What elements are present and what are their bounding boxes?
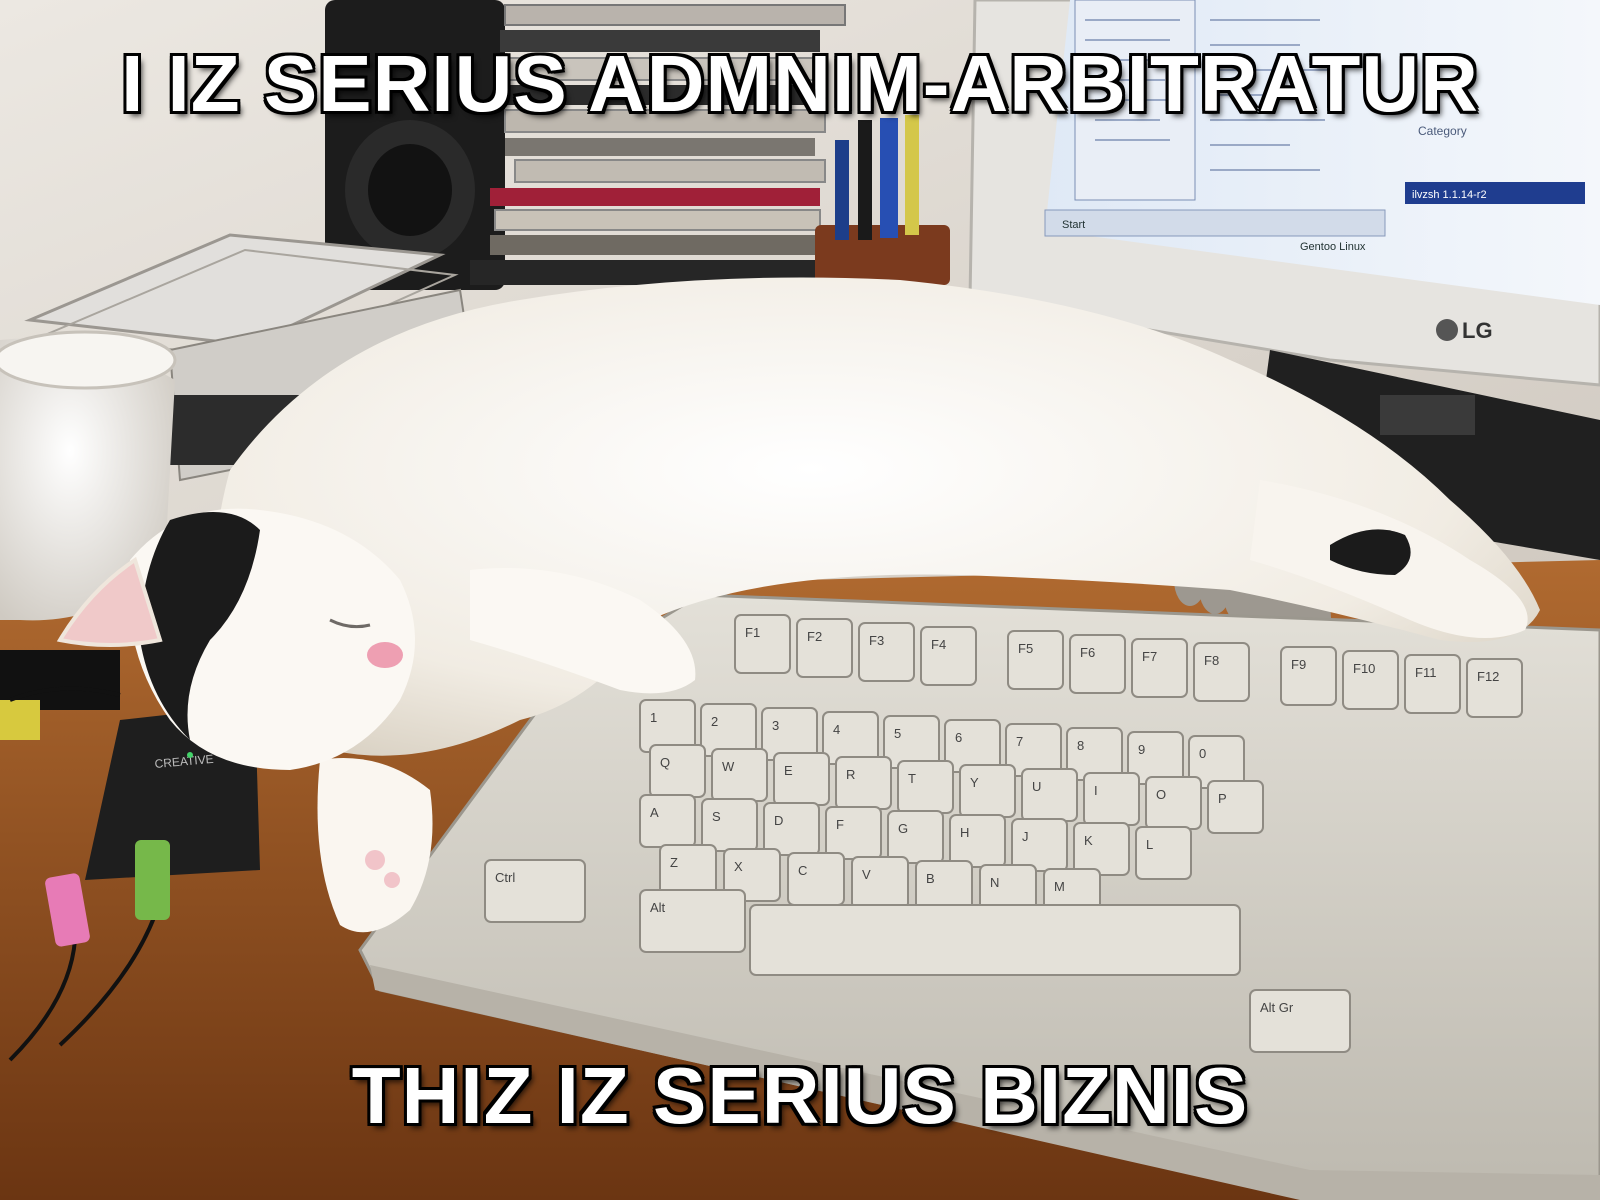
key-w: W <box>711 748 768 802</box>
monitor-brand-logo: LG <box>1462 318 1493 343</box>
bottom-caption: THIZ IZ SERIUS BIZNIS <box>351 1051 1249 1140</box>
key-h-label: H <box>960 825 969 840</box>
key-f10: F10 <box>1342 650 1399 710</box>
key-c-label: C <box>798 863 807 878</box>
key-7-label: 7 <box>1016 734 1023 749</box>
key-f1: F1 <box>734 614 791 674</box>
key-f9-label: F9 <box>1291 657 1306 672</box>
key-altgr-label: Alt Gr <box>1260 1000 1294 1015</box>
key-b-label: B <box>926 871 935 886</box>
key-f2: F2 <box>796 618 853 678</box>
key-f-label: F <box>836 817 844 832</box>
key-y-label: Y <box>970 775 979 790</box>
key-t-label: T <box>908 771 916 786</box>
key-f2-label: F2 <box>807 629 822 644</box>
key-i: I <box>1083 772 1140 826</box>
key-v-label: V <box>862 867 871 882</box>
key-s: S <box>701 798 758 852</box>
key-c: C <box>787 852 845 906</box>
key-f7: F7 <box>1131 638 1188 698</box>
key-6-label: 6 <box>955 730 962 745</box>
key-e-label: E <box>784 763 793 778</box>
key-a-label: A <box>650 805 659 820</box>
key-j-label: J <box>1022 829 1029 844</box>
key-n-label: N <box>990 875 999 890</box>
key-e: E <box>773 752 830 806</box>
key-f6: F6 <box>1069 634 1126 694</box>
key-q-label: Q <box>660 755 670 770</box>
key-s-label: S <box>712 809 721 824</box>
key-ctrl: Ctrl <box>484 859 586 923</box>
meme-photo: ilvzsh 1.1.14-r2 Category Start Gentoo L… <box>0 0 1600 1200</box>
key-i-label: I <box>1094 783 1098 798</box>
key-f5-label: F5 <box>1018 641 1033 656</box>
key-ctrl-label: Ctrl <box>495 870 515 885</box>
top-caption: I IZ SERIUS ADMNIM-ARBITRATUR <box>121 39 1479 128</box>
key-f11-label: F11 <box>1415 665 1436 680</box>
key-o: O <box>1145 776 1202 830</box>
green-jack <box>135 840 170 920</box>
key-f9: F9 <box>1280 646 1337 706</box>
key-f4: F4 <box>920 626 977 686</box>
key-d: D <box>763 802 820 856</box>
key-w-label: W <box>722 759 735 774</box>
key-5-label: 5 <box>894 726 901 741</box>
key-x-label: X <box>734 859 743 874</box>
key-alt-label: Alt <box>650 900 666 915</box>
key-j: J <box>1011 818 1068 872</box>
key-f1-label: F1 <box>745 625 760 640</box>
key-3-label: 3 <box>772 718 779 733</box>
key-altgr: Alt Gr <box>1249 989 1351 1053</box>
key-o-label: O <box>1156 787 1166 802</box>
key-f12-label: F12 <box>1477 669 1499 684</box>
key-a: A <box>639 794 696 848</box>
key-f7-label: F7 <box>1142 649 1157 664</box>
key-4-label: 4 <box>833 722 840 737</box>
key-y: Y <box>959 764 1016 818</box>
key-f10-label: F10 <box>1353 661 1375 676</box>
key-l-label: L <box>1146 837 1153 852</box>
key-f6-label: F6 <box>1080 645 1095 660</box>
key-f: F <box>825 806 882 860</box>
screen-start-text: Start <box>1062 219 1085 231</box>
key-l: L <box>1135 826 1192 880</box>
key-8-label: 8 <box>1077 738 1084 753</box>
key-g-label: G <box>898 821 908 836</box>
photo-scene: ilvzsh 1.1.14-r2 Category Start Gentoo L… <box>0 0 1600 1200</box>
key-p-label: P <box>1218 791 1227 806</box>
key-r-label: R <box>846 767 855 782</box>
key-m-label: M <box>1054 879 1065 894</box>
key-g: G <box>887 810 944 864</box>
key-u-label: U <box>1032 779 1041 794</box>
key-v: V <box>851 856 909 910</box>
key-0-label: 0 <box>1199 746 1206 761</box>
key-q: Q <box>649 744 706 798</box>
key-t: T <box>897 760 954 814</box>
key-p: P <box>1207 780 1264 834</box>
key-k-label: K <box>1084 833 1093 848</box>
cat-nose <box>367 642 403 668</box>
key-f8-label: F8 <box>1204 653 1219 668</box>
key-f12: F12 <box>1466 658 1523 718</box>
key-f11: F11 <box>1404 654 1461 714</box>
key-1-label: 1 <box>650 710 657 725</box>
key-2-label: 2 <box>711 714 718 729</box>
key-f5: F5 <box>1007 630 1064 690</box>
key-u: U <box>1021 768 1078 822</box>
key-f3-label: F3 <box>869 633 884 648</box>
key-f3: F3 <box>858 622 915 682</box>
key-d-label: D <box>774 813 783 828</box>
key-alt: Alt <box>639 889 746 953</box>
key-h: H <box>949 814 1006 868</box>
key-z-label: Z <box>670 855 678 870</box>
key-r: R <box>835 756 892 810</box>
screen-task-text: Gentoo Linux <box>1300 241 1366 253</box>
key-f4-label: F4 <box>931 637 946 652</box>
key-9-label: 9 <box>1138 742 1145 757</box>
key-space <box>749 904 1241 976</box>
screen-package-text: ilvzsh 1.1.14-r2 <box>1412 189 1487 201</box>
key-k: K <box>1073 822 1130 876</box>
key-f8: F8 <box>1193 642 1250 702</box>
